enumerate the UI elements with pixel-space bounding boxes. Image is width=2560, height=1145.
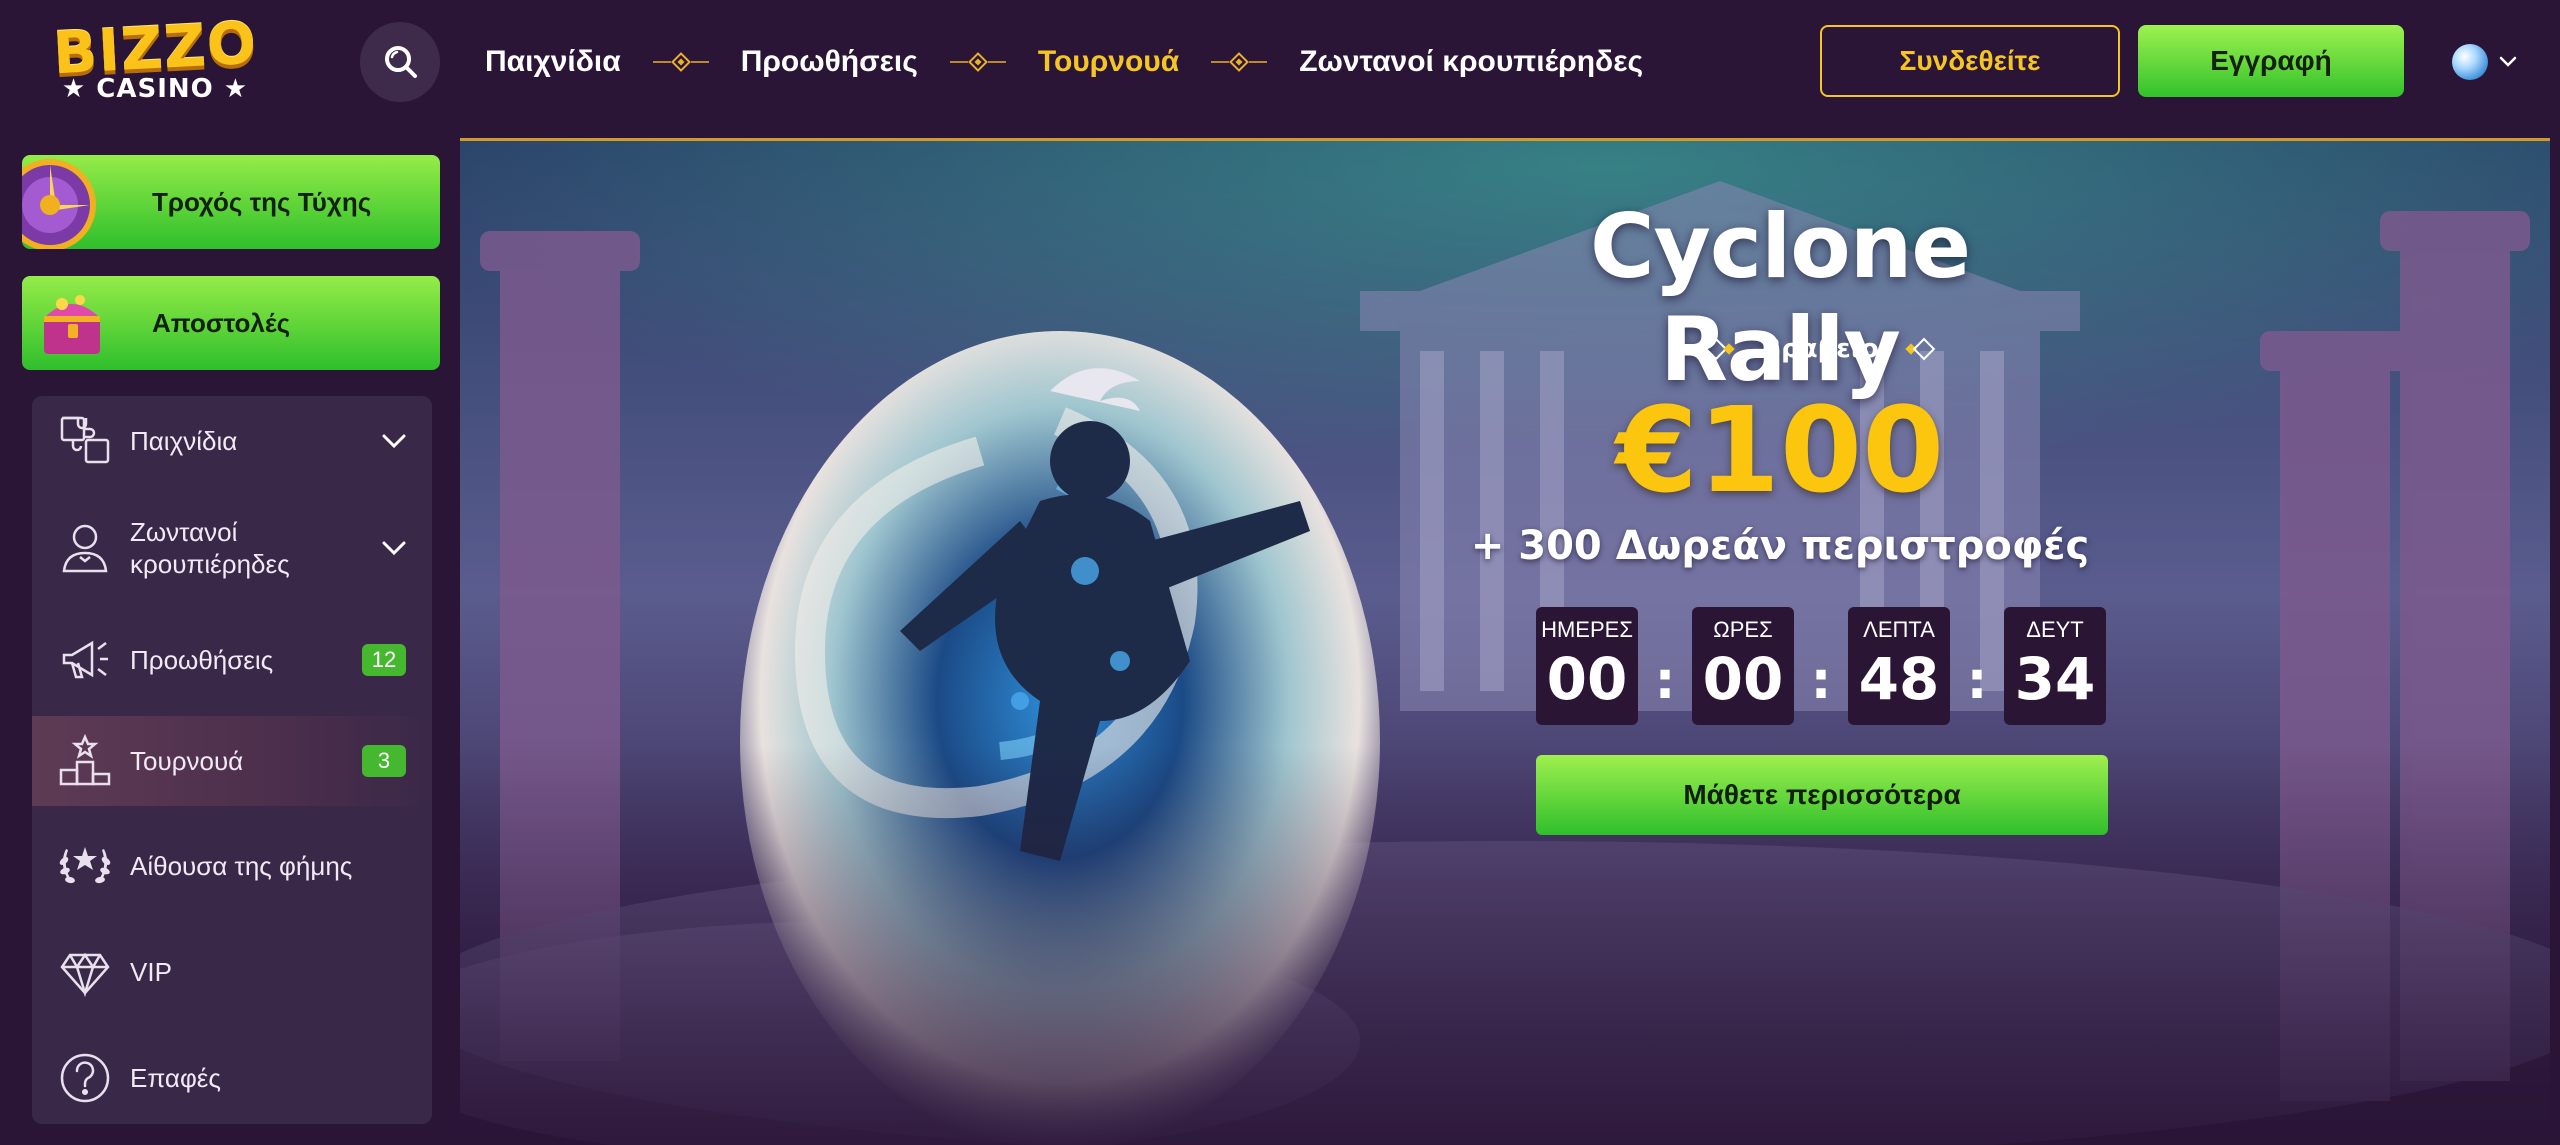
nav-diamond-separator-icon [1209,52,1269,72]
sidebar-item-tournaments[interactable]: Τουρνουά 3 [32,716,432,806]
diamond-icon [56,943,114,1001]
wheel-of-fortune-label: Τροχός της Τύχης [152,186,372,217]
countdown-value: 00 [1546,645,1628,713]
countdown-value: 00 [1702,645,1784,713]
countdown-separator: : [1966,651,1988,711]
countdown-minutes: ΛΕΠΤΑ 48 [1848,607,1950,725]
nav-promotions[interactable]: Προωθήσεις [741,45,918,79]
sidebar-item-label: Αίθουσα της φήμης [130,851,353,881]
prize-heading: Βραβείο [1695,329,1945,369]
countdown-separator: : [1810,651,1832,711]
prize-label: Βραβείο [1761,334,1879,364]
nav-live-dealers[interactable]: Ζωντανοί κρουπιέρηδες [1299,45,1643,79]
globe-icon [2452,44,2488,80]
diamond-ornament-icon [1704,337,1735,361]
chevron-down-icon[interactable] [380,427,408,455]
nav-games[interactable]: Παιχνίδια [485,45,621,79]
logo-subtitle: ★ CASINO ★ [61,74,249,104]
sidebar-item-promotions[interactable]: Προωθήσεις 12 [32,610,432,710]
countdown-days: ΗΜΕΡΕΣ 00 [1536,607,1638,725]
laurel-icon [56,837,114,895]
sidebar-item-contact[interactable]: Επαφές [32,1028,432,1124]
countdown-label: ΩΡΕΣ [1713,617,1773,642]
tournaments-count-badge: 3 [362,745,406,777]
countdown-value: 48 [1858,645,1940,713]
sidebar-item-hall-of-fame[interactable]: Αίθουσα της φήμης [32,816,432,916]
nav-diamond-separator-icon [948,52,1008,72]
top-header: BIZZO ★ CASINO ★ Παιχνίδια Προωθήσεις Το… [0,0,2560,124]
chevron-down-icon [2499,56,2517,67]
countdown-hours: ΩΡΕΣ 00 [1692,607,1794,725]
chevron-down-icon[interactable] [380,534,408,562]
countdown-label: ΛΕΠΤΑ [1863,617,1935,642]
language-selector[interactable] [2452,44,2532,80]
countdown-value: 34 [2014,645,2096,713]
sidebar-item-games[interactable]: Παιχνίδια [32,396,432,486]
treasure-chest-icon [22,276,108,370]
register-button[interactable]: Εγγραφή [2138,25,2404,97]
sidebar-item-live-dealers[interactable]: Ζωντανοί κρουπιέρηδες [32,486,432,610]
countdown-timer: ΗΜΕΡΕΣ 00 : ΩΡΕΣ 00 : ΛΕΠΤΑ 48 : ΔΕΥΤ 34 [1536,607,2106,727]
countdown-label: ΔΕΥΤ [2026,617,2084,642]
promotions-count-badge: 12 [362,644,406,676]
sidebar-item-label: Ζωντανοί κρουπιέρηδες [130,517,290,579]
tournament-hero-banner: Cyclone Rally Βραβείο €100 + 300 Δωρεάν … [460,138,2550,1145]
wheel-of-fortune-icon [4,155,108,251]
search-icon [385,46,417,78]
free-spins-text: + 300 Δωρεάν περιστροφές [1470,523,2090,569]
casino-logo[interactable]: BIZZO ★ CASINO ★ [40,9,270,110]
search-button[interactable] [360,22,440,102]
nav-tournaments[interactable]: Τουρνουά [1038,45,1179,79]
sidebar-menu: Παιχνίδια Ζωντανοί κρουπιέρηδες Προωθήσε… [32,396,432,1124]
help-icon [56,1049,114,1107]
megaphone-icon [56,631,114,689]
nav-diamond-separator-icon [651,52,711,72]
login-button[interactable]: Συνδεθείτε [1820,25,2120,97]
main-navigation: Παιχνίδια Προωθήσεις Τουρνουά Ζωντανοί κ… [485,40,1643,84]
countdown-label: ΗΜΕΡΕΣ [1541,617,1633,642]
prize-amount: €100 [1615,381,1945,519]
sidebar-item-label: Επαφές [130,1063,221,1093]
countdown-seconds: ΔΕΥΤ 34 [2004,607,2106,725]
missions-label: Αποστολές [152,307,291,338]
diamond-ornament-icon [1905,337,1936,361]
tournament-title: Cyclone Rally [1589,195,1971,401]
dealer-icon [56,519,114,577]
puzzle-icon [56,412,114,470]
wheel-of-fortune-button[interactable]: Τροχός της Τύχης [4,155,440,251]
sidebar-item-label: VIP [130,957,172,987]
sidebar-item-vip[interactable]: VIP [32,922,432,1022]
missions-button[interactable]: Αποστολές [22,276,440,370]
sidebar-item-label: Προωθήσεις [130,645,274,675]
learn-more-button[interactable]: Μάθετε περισσότερα [1536,755,2108,835]
sidebar-item-label: Παιχνίδια [130,426,238,456]
sidebar-item-label: Τουρνουά [130,746,244,776]
countdown-separator: : [1654,651,1676,711]
podium-icon [56,732,114,790]
